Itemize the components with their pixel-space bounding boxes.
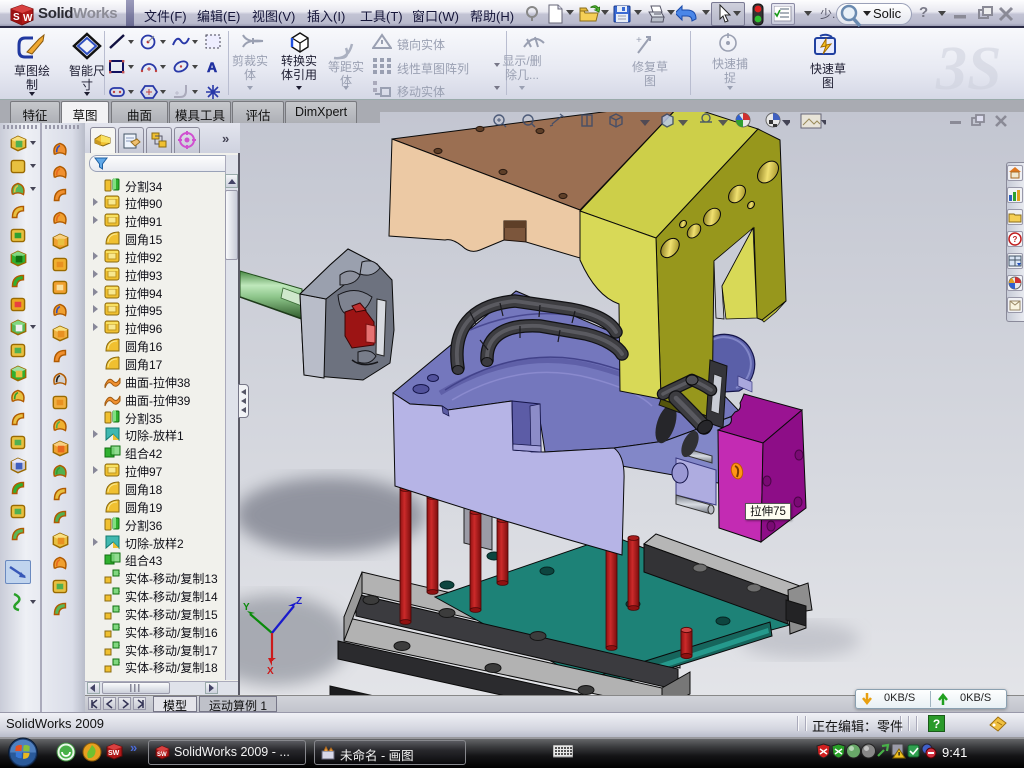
svg-text:+: + <box>636 35 642 46</box>
svg-text:Y: Y <box>243 602 250 613</box>
svg-text:S: S <box>13 12 20 23</box>
svg-text:?: ? <box>1013 235 1018 244</box>
svg-text:SW: SW <box>157 752 167 758</box>
svg-text:W: W <box>23 13 33 24</box>
svg-text:SW: SW <box>108 750 120 757</box>
svg-text:Z: Z <box>296 596 302 607</box>
svg-text:X: X <box>267 666 274 677</box>
svg-text:A: A <box>207 59 217 75</box>
